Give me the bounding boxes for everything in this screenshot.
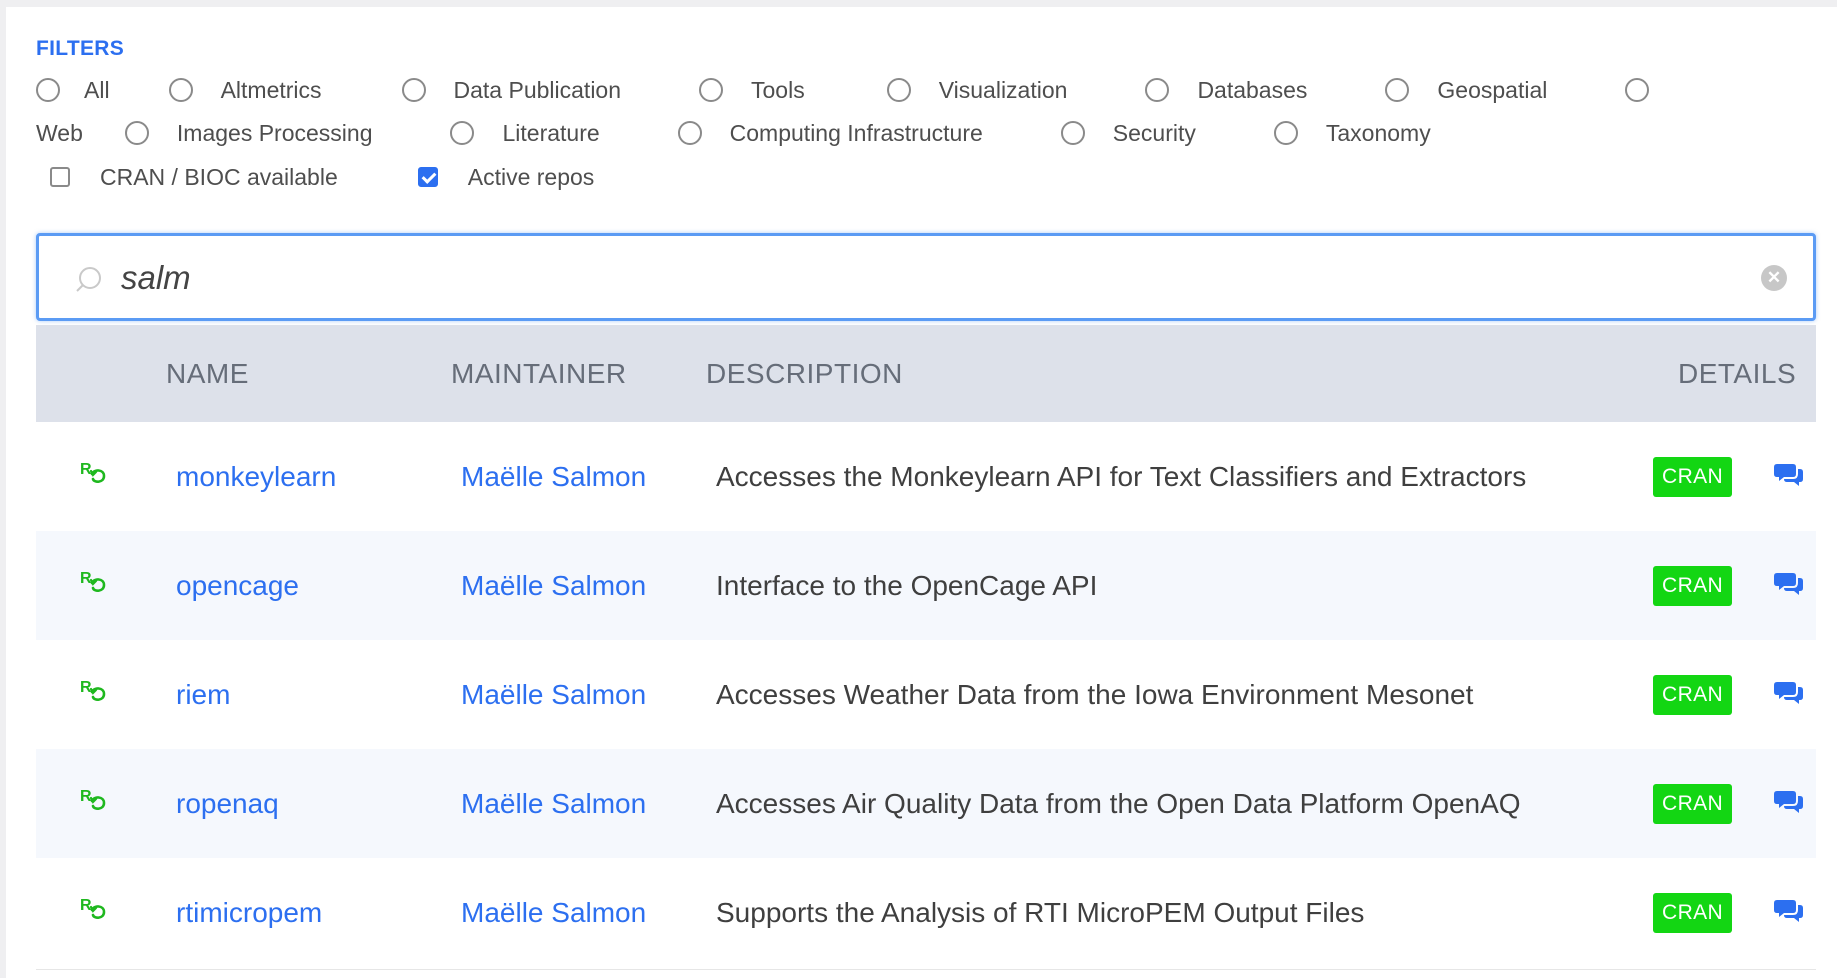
cran-badge[interactable]: CRAN xyxy=(1653,566,1733,606)
package-description: Supports the Analysis of RTI MicroPEM Ou… xyxy=(716,897,1365,928)
package-name-link[interactable]: ropenaq xyxy=(176,749,279,858)
filters-title: FILTERS xyxy=(36,37,125,60)
radio-computing-infrastructure[interactable] xyxy=(677,121,702,145)
filter-label-active-repos: Active repos xyxy=(467,163,595,190)
filter-option-cran-bioc[interactable]: CRAN / BIOC available xyxy=(50,164,338,191)
table-row: R rtimicropem Maëlle Salmon Supports the… xyxy=(36,858,1816,967)
filter-option-images-processing[interactable]: Images Processing xyxy=(124,119,373,147)
r-package-icon: R xyxy=(80,679,106,701)
svg-text:R: R xyxy=(80,788,92,805)
filter-label-databases: Databases xyxy=(1197,76,1308,103)
checkbox-active-repos[interactable] xyxy=(417,167,438,187)
filter-label-literature: Literature xyxy=(502,119,600,146)
filter-label-tools: Tools xyxy=(751,76,805,103)
cran-badge[interactable]: CRAN xyxy=(1653,784,1733,824)
package-description: Accesses Air Quality Data from the Open … xyxy=(716,788,1521,819)
radio-visualization[interactable] xyxy=(886,78,911,102)
column-header-maintainer[interactable]: MAINTAINER xyxy=(451,325,627,422)
filter-option-data-publication[interactable]: Data Publication xyxy=(401,76,622,104)
maintainer-link[interactable]: Maëlle Salmon xyxy=(461,422,646,531)
filter-label-data-publication: Data Publication xyxy=(453,76,622,103)
cran-badge[interactable]: CRAN xyxy=(1653,457,1733,497)
comments-icon[interactable] xyxy=(1774,462,1804,488)
column-header-details[interactable]: DETAILS xyxy=(1678,325,1796,422)
svg-text:R: R xyxy=(80,461,92,478)
radio-altmetrics[interactable] xyxy=(168,78,193,102)
filter-label-all: All xyxy=(84,76,110,103)
search-box[interactable]: ✕ xyxy=(36,233,1816,321)
filter-option-taxonomy[interactable]: Taxonomy xyxy=(1273,119,1431,147)
table-row: R riem Maëlle Salmon Accesses Weather Da… xyxy=(36,640,1816,749)
r-package-icon: R xyxy=(80,461,106,483)
filter-row-1: All Altmetrics Data Publication Tools Vi… xyxy=(36,72,1650,108)
filter-label-computing-infrastructure: Computing Infrastructure xyxy=(729,119,983,146)
column-header-name[interactable]: NAME xyxy=(166,325,249,422)
filter-option-all[interactable]: All xyxy=(36,77,110,104)
filter-label-altmetrics: Altmetrics xyxy=(220,76,322,103)
radio-databases[interactable] xyxy=(1145,78,1170,102)
package-name-link[interactable]: riem xyxy=(176,640,230,749)
package-name-link[interactable]: rtimicropem xyxy=(176,858,322,967)
radio-taxonomy[interactable] xyxy=(1273,121,1298,145)
radio-tools[interactable] xyxy=(699,78,724,102)
radio-images-processing[interactable] xyxy=(124,121,149,145)
cran-badge[interactable]: CRAN xyxy=(1653,893,1733,933)
radio-web[interactable] xyxy=(1625,78,1650,102)
package-description: Accesses the Monkeylearn API for Text Cl… xyxy=(716,461,1527,492)
table-header: NAME MAINTAINER DESCRIPTION DETAILS xyxy=(36,325,1816,422)
svg-text:R: R xyxy=(80,570,92,587)
checkbox-cran-bioc[interactable] xyxy=(50,167,70,187)
maintainer-link[interactable]: Maëlle Salmon xyxy=(461,749,646,858)
package-description: Accesses Weather Data from the Iowa Envi… xyxy=(716,679,1474,710)
filter-label-cran-bioc: CRAN / BIOC available xyxy=(100,163,338,190)
filter-label-web: Web xyxy=(36,119,83,146)
clear-icon[interactable]: ✕ xyxy=(1761,265,1787,291)
r-package-icon: R xyxy=(80,897,106,919)
filter-option-visualization[interactable]: Visualization xyxy=(886,76,1068,104)
table-row: R monkeylearn Maëlle Salmon Accesses the… xyxy=(36,422,1816,531)
filter-label-visualization: Visualization xyxy=(938,76,1068,103)
search-input[interactable] xyxy=(119,250,1723,306)
cran-badge[interactable]: CRAN xyxy=(1653,675,1733,715)
r-package-icon: R xyxy=(80,788,106,810)
filter-option-active-repos[interactable]: Active repos xyxy=(417,163,595,191)
filter-label-security: Security xyxy=(1112,119,1196,146)
comments-icon[interactable] xyxy=(1774,789,1804,815)
table-row: R ropenaq Maëlle Salmon Accesses Air Qua… xyxy=(36,749,1816,858)
filter-option-computing-infrastructure[interactable]: Computing Infrastructure xyxy=(677,119,983,147)
filter-option-security[interactable]: Security xyxy=(1060,119,1196,147)
maintainer-link[interactable]: Maëlle Salmon xyxy=(461,858,646,967)
package-description: Interface to the OpenCage API xyxy=(716,570,1098,601)
search-icon xyxy=(76,267,101,292)
filter-option-geospatial[interactable]: Geospatial xyxy=(1385,77,1547,104)
r-package-icon: R xyxy=(80,570,106,592)
radio-data-publication[interactable] xyxy=(401,78,426,102)
filter-option-tools[interactable]: Tools xyxy=(699,77,805,104)
maintainer-link[interactable]: Maëlle Salmon xyxy=(461,640,646,749)
filter-row-3: CRAN / BIOC available Active repos xyxy=(36,159,594,195)
radio-all[interactable] xyxy=(36,78,60,102)
table-row: R opencage Maëlle Salmon Interface to th… xyxy=(36,531,1816,640)
table-bottom-divider xyxy=(36,969,1816,970)
comments-icon[interactable] xyxy=(1774,898,1804,924)
filter-option-altmetrics[interactable]: Altmetrics xyxy=(168,76,322,104)
filter-label-taxonomy: Taxonomy xyxy=(1325,119,1431,146)
filter-option-literature[interactable]: Literature xyxy=(450,119,600,147)
package-name-link[interactable]: opencage xyxy=(176,531,299,640)
filter-option-databases[interactable]: Databases xyxy=(1145,77,1307,104)
svg-text:R: R xyxy=(80,679,92,696)
comments-icon[interactable] xyxy=(1774,571,1804,597)
package-browser-panel: FILTERS All Altmetrics Data Publication … xyxy=(6,7,1837,978)
column-header-description[interactable]: DESCRIPTION xyxy=(706,325,903,422)
filter-label-images-processing: Images Processing xyxy=(176,119,373,146)
svg-text:R: R xyxy=(80,897,92,914)
filter-label-geospatial: Geospatial xyxy=(1437,76,1548,103)
radio-literature[interactable] xyxy=(450,121,475,145)
comments-icon[interactable] xyxy=(1774,680,1804,706)
filter-row-2: Web Images Processing Literature Computi… xyxy=(36,115,1431,151)
package-name-link[interactable]: monkeylearn xyxy=(176,422,336,531)
radio-security[interactable] xyxy=(1060,121,1085,145)
radio-geospatial[interactable] xyxy=(1385,78,1410,102)
maintainer-link[interactable]: Maëlle Salmon xyxy=(461,531,646,640)
